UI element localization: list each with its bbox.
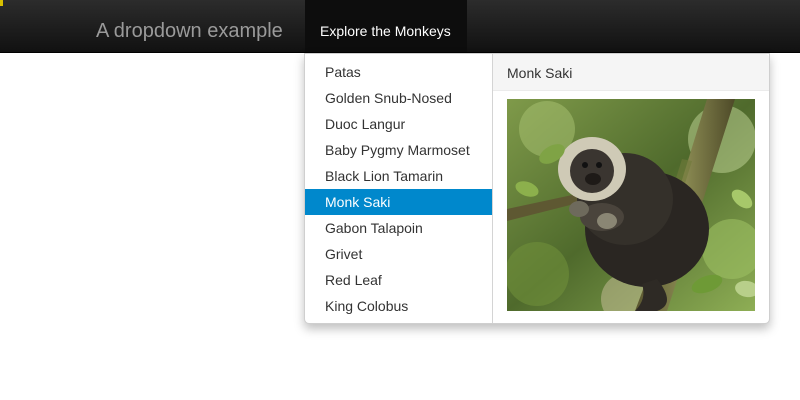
menu-item-gabon-talapoin[interactable]: Gabon Talapoin	[305, 215, 492, 241]
menu-item-black-lion-tamarin[interactable]: Black Lion Tamarin	[305, 163, 492, 189]
preview-panel: Monk Saki	[493, 54, 769, 323]
menu-item-duoc-langur[interactable]: Duoc Langur	[305, 111, 492, 137]
monk-saki-photo	[507, 99, 755, 311]
monkey-list: Patas Golden Snub-Nosed Duoc Langur Baby…	[305, 59, 492, 319]
menu-item-red-leaf[interactable]: Red Leaf	[305, 267, 492, 293]
menu-item-patas[interactable]: Patas	[305, 59, 492, 85]
panel-title: Monk Saki	[493, 54, 769, 91]
corner-mark	[0, 0, 3, 6]
brand-link[interactable]: A dropdown example	[96, 0, 283, 52]
explore-monkeys-nav-item[interactable]: Explore the Monkeys	[305, 0, 467, 52]
navbar: A dropdown example Explore the Monkeys	[0, 0, 800, 53]
menu-item-king-colobus[interactable]: King Colobus	[305, 293, 492, 319]
menu-item-monk-saki[interactable]: Monk Saki	[305, 189, 492, 215]
dropdown-menu: Patas Golden Snub-Nosed Duoc Langur Baby…	[304, 53, 770, 324]
menu-item-grivet[interactable]: Grivet	[305, 241, 492, 267]
menu-item-golden-snub-nosed[interactable]: Golden Snub-Nosed	[305, 85, 492, 111]
menu-item-baby-pygmy-marmoset[interactable]: Baby Pygmy Marmoset	[305, 137, 492, 163]
